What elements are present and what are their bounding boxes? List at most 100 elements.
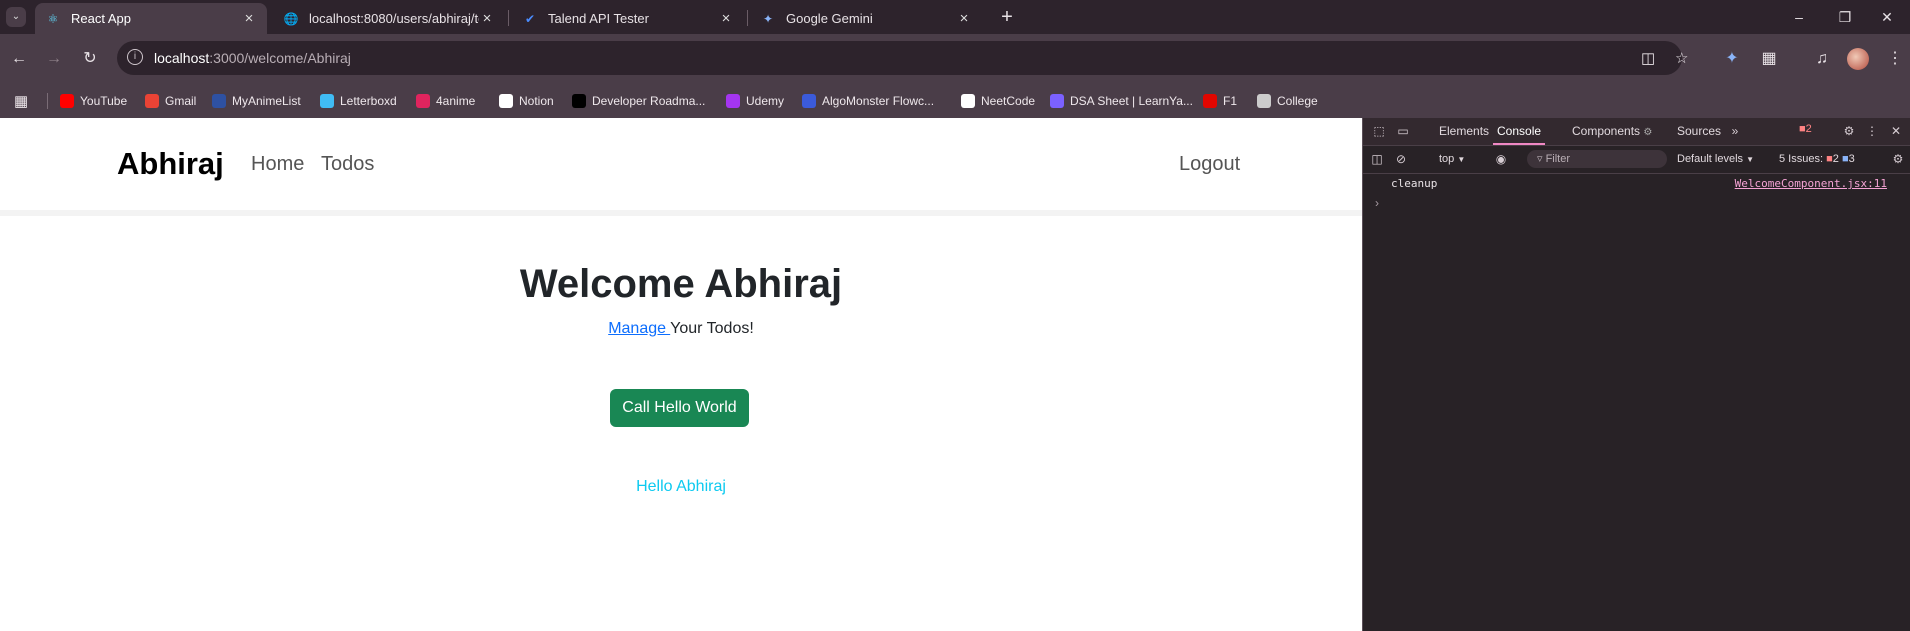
more-tabs-chevron-icon[interactable]: » [1727, 123, 1743, 139]
bookmark-developer-roadma[interactable]: Developer Roadma... [572, 84, 705, 118]
console-sidebar-icon[interactable]: ◫ [1369, 151, 1385, 167]
url-text[interactable]: localhost:3000/welcome/Abhiraj [154, 50, 351, 66]
tab-search-chevron-icon[interactable]: ⌄ [6, 7, 26, 27]
devtools-tab-console[interactable]: Console [1493, 118, 1546, 145]
tab-localhost-users[interactable]: 🌐 localhost:8080/users/abhiraj/to × [273, 3, 505, 34]
bookmark-myanimelist[interactable]: MyAnimeList [212, 84, 301, 118]
welcome-heading: Welcome Abhiraj [519, 262, 843, 306]
forward-icon[interactable]: → [39, 44, 69, 74]
devtools-tab-components[interactable]: Components ⚙ [1572, 118, 1652, 145]
url-host: localhost [154, 50, 210, 66]
app-navbar: Abhiraj Home Todos Logout [0, 118, 1362, 216]
back-icon[interactable]: ← [4, 44, 34, 74]
clear-console-icon[interactable]: ⊘ [1393, 151, 1409, 167]
devtools-more-icon[interactable]: ⋮ [1864, 123, 1880, 139]
bookmark-label: Letterboxd [340, 94, 397, 108]
globe-icon: 🌐 [283, 11, 299, 26]
manage-link[interactable]: Manage [608, 320, 670, 337]
bookmark-college[interactable]: College [1257, 84, 1318, 118]
nav-todos-link[interactable]: Todos [321, 153, 374, 176]
console-prompt-chevron-icon[interactable]: › [1375, 196, 1379, 210]
more-menu-icon[interactable]: ⋮ [1884, 48, 1906, 70]
algomonster-icon [802, 94, 816, 108]
bookmark-neetcode[interactable]: NeetCode [961, 84, 1035, 118]
console-message: cleanup [1391, 177, 1438, 190]
context-selector[interactable]: top ▼ [1439, 146, 1465, 173]
logout-link[interactable]: Logout [1179, 153, 1240, 176]
issues-info-count: 3 [1848, 153, 1855, 165]
close-tab-icon[interactable]: × [956, 10, 972, 27]
bookmark-gmail[interactable]: Gmail [145, 84, 196, 118]
profile-avatar[interactable] [1847, 48, 1869, 70]
close-tab-icon[interactable]: × [241, 10, 257, 27]
bookmark-label: Developer Roadma... [592, 94, 706, 108]
address-bar[interactable]: i localhost:3000/welcome/Abhiraj ◫ ☆ [117, 41, 1688, 75]
extensions-puzzle-icon[interactable]: ▦ [1758, 48, 1780, 70]
bookmark-label: MyAnimeList [232, 94, 301, 108]
bookmark-label: DSA Sheet | LearnYa... [1070, 94, 1193, 108]
manage-todos-text: Manage Your Todos! [0, 320, 1362, 338]
bookmark-label: F1 [1223, 94, 1238, 108]
myanimelist-icon [212, 94, 226, 108]
error-icon: ■ [1799, 123, 1806, 135]
bookmark-4anime[interactable]: 4anime [416, 84, 475, 118]
console-toolbar: ◫ ⊘ top ▼ ◉ ▿ Filter Default levels ▼ 5 … [1363, 146, 1910, 174]
tab-title: Google Gemini [786, 11, 873, 26]
devtools-tab-bar: ⬚ ▭ Elements Console Components ⚙ Source… [1363, 118, 1910, 146]
device-toolbar-icon[interactable]: ▭ [1395, 123, 1411, 139]
apps-grid-icon[interactable]: ▦ [14, 84, 28, 118]
close-window-icon[interactable]: ✕ [1864, 0, 1910, 34]
install-app-icon[interactable]: ◫ [1641, 49, 1655, 67]
devtools-tab-elements[interactable]: Elements [1439, 118, 1489, 145]
console-source-link[interactable]: WelcomeComponent.jsx:11 [1735, 177, 1887, 190]
console-filter-input[interactable]: ▿ Filter [1527, 150, 1667, 168]
bookmark-star-icon[interactable]: ☆ [1675, 49, 1688, 67]
bookmark-notion[interactable]: Notion [499, 84, 554, 118]
live-expression-eye-icon[interactable]: ◉ [1493, 151, 1509, 167]
tab-talend-api-tester[interactable]: ✔ Talend API Tester × [512, 3, 744, 34]
media-control-icon[interactable]: ♫ [1811, 48, 1833, 70]
reload-icon[interactable]: ↻ [75, 44, 105, 74]
web-page: Abhiraj Home Todos Logout Welcome Abhira… [0, 118, 1362, 631]
issues-counter[interactable]: 5 Issues: ■2 ■3 [1779, 146, 1855, 173]
devtools-settings-icon[interactable]: ⚙ [1841, 123, 1857, 139]
bookmark-label: College [1277, 94, 1318, 108]
brand-logo[interactable]: Abhiraj [117, 146, 224, 182]
react-icon: ⚛ [47, 11, 59, 26]
extension-gemini-icon[interactable]: ✦ [1721, 48, 1743, 70]
inspect-element-icon[interactable]: ⬚ [1371, 123, 1387, 139]
tab-title: React App [71, 11, 131, 26]
bookmark-dsa-sheet-learnya[interactable]: DSA Sheet | LearnYa... [1050, 84, 1193, 118]
browser-toolbar: ← → ↻ i localhost:3000/welcome/Abhiraj ◫… [0, 34, 1910, 84]
tab-title: Talend API Tester [548, 11, 649, 26]
console-log-row: cleanup WelcomeComponent.jsx:11 [1363, 174, 1910, 194]
new-tab-plus-icon[interactable]: + [994, 5, 1020, 29]
bookmark-label: Notion [519, 94, 554, 108]
close-tab-icon[interactable]: × [718, 10, 734, 27]
bookmark-label: Gmail [165, 94, 197, 108]
bookmark-letterboxd[interactable]: Letterboxd [320, 84, 397, 118]
notion-icon [499, 94, 513, 108]
bookmark-youtube[interactable]: YouTube [60, 84, 127, 118]
bookmark-f1[interactable]: F1 [1203, 84, 1237, 118]
tab-react-app[interactable]: ⚛ React App × [35, 3, 267, 34]
bookmark-label: AlgoMonster Flowc... [822, 94, 935, 108]
restore-icon[interactable]: ❐ [1822, 0, 1868, 34]
tab-google-gemini[interactable]: ✦ Google Gemini × [750, 3, 982, 34]
log-levels-dropdown[interactable]: Default levels ▼ [1677, 146, 1754, 173]
bookmark-algomonster-flowc[interactable]: AlgoMonster Flowc... [802, 84, 934, 118]
site-info-icon[interactable]: i [127, 49, 143, 65]
udemy-icon [726, 94, 740, 108]
error-count-badge[interactable]: ■2 [1799, 123, 1812, 135]
bookmark-udemy[interactable]: Udemy [726, 84, 784, 118]
devtools-tab-sources[interactable]: Sources [1677, 118, 1721, 145]
issues-label: 5 Issues: [1779, 153, 1824, 165]
call-hello-world-button[interactable]: Call Hello World [610, 389, 749, 427]
devtools-close-icon[interactable]: ✕ [1888, 123, 1904, 139]
minimize-icon[interactable]: – [1776, 0, 1822, 34]
console-settings-icon[interactable]: ⚙ [1890, 151, 1906, 167]
nav-home-link[interactable]: Home [251, 153, 304, 176]
url-path: :3000/welcome/Abhiraj [209, 50, 351, 66]
filter-placeholder: Filter [1545, 153, 1571, 165]
close-tab-icon[interactable]: × [479, 10, 495, 27]
